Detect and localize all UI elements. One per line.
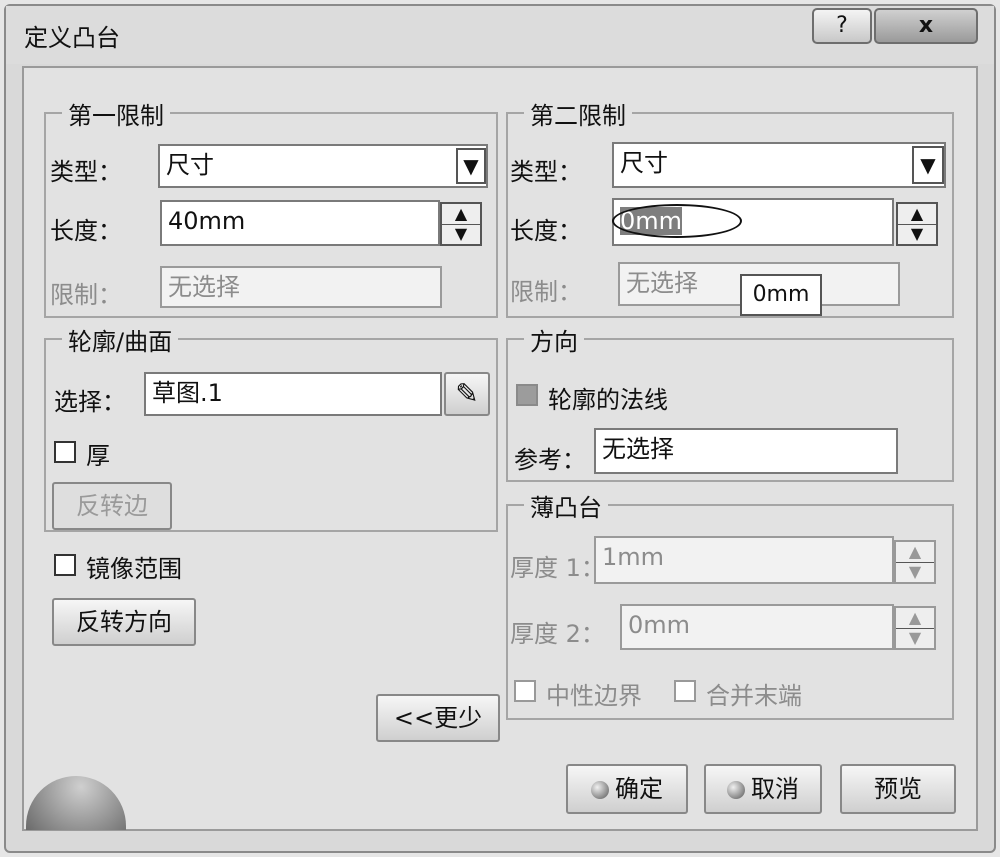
sketch-icon: ✎ <box>455 377 479 410</box>
merge-ends-checkbox <box>674 680 696 702</box>
first-length-input[interactable]: 40mm <box>160 200 440 246</box>
reference-field[interactable]: 无选择 <box>594 428 898 474</box>
first-type-select[interactable]: 尺寸 <box>158 144 488 188</box>
thickness2-label: 厚度 2： <box>510 620 605 648</box>
profile-select-field[interactable]: 草图.1 <box>144 372 442 416</box>
first-type-value: 尺寸 <box>166 151 214 179</box>
second-type-value: 尺寸 <box>620 149 668 177</box>
window-title: 定义凸台 <box>24 24 120 52</box>
spin-up-icon: ▲ <box>896 542 934 563</box>
spin-down-icon: ▼ <box>908 562 922 581</box>
close-button[interactable]: x <box>874 8 978 44</box>
select-label: 选择： <box>54 388 126 416</box>
profile-normal-label: 轮廓的法线 <box>548 386 668 414</box>
merge-ends-label: 合并末端 <box>706 682 802 710</box>
second-limit-label: 限制： <box>510 278 582 306</box>
first-type-label: 类型： <box>50 158 122 186</box>
spin-up-icon[interactable]: ▲ <box>442 204 480 225</box>
mirror-extent-checkbox[interactable] <box>54 554 76 576</box>
first-limit-field: 无选择 <box>160 266 442 308</box>
first-limit-legend: 第一限制 <box>62 96 170 131</box>
spin-down-icon[interactable]: ▼ <box>442 224 480 244</box>
preview-button[interactable]: 预览 <box>840 764 956 814</box>
first-length-spinner[interactable]: ▲ ▼ <box>440 202 482 246</box>
profile-legend: 轮廓/曲面 <box>62 322 179 357</box>
first-limit-label: 限制： <box>50 281 122 309</box>
reverse-side-button[interactable]: 反转边 <box>52 482 172 530</box>
first-type-dropdown-icon[interactable]: ▼ <box>456 148 486 184</box>
mirror-extent-label: 镜像范围 <box>86 555 182 583</box>
sketch-button[interactable]: ✎ <box>444 372 490 416</box>
second-type-select[interactable]: 尺寸 <box>612 142 946 188</box>
thin-pad-legend: 薄凸台 <box>524 488 608 523</box>
thick-checkbox[interactable] <box>54 441 76 463</box>
length-tooltip: 0mm <box>740 274 822 316</box>
ok-icon <box>591 781 609 799</box>
thickness1-field: 1mm <box>594 536 894 584</box>
thickness2-field: 0mm <box>620 604 894 650</box>
thickness1-spinner: ▲ ▼ <box>894 540 936 584</box>
first-length-label: 长度： <box>50 217 122 245</box>
second-length-spinner[interactable]: ▲ ▼ <box>896 202 938 246</box>
cancel-button[interactable]: 取消 <box>704 764 822 814</box>
profile-normal-checkbox[interactable] <box>516 384 538 406</box>
spin-down-icon: ▼ <box>908 628 922 647</box>
spin-up-icon: ▲ <box>896 608 934 629</box>
neutral-fiber-label: 中性边界 <box>546 682 642 710</box>
thickness1-label: 厚度 1： <box>510 554 605 582</box>
spin-up-icon[interactable]: ▲ <box>898 204 936 225</box>
cancel-label: 取消 <box>751 775 799 803</box>
help-button[interactable]: ? <box>812 8 872 44</box>
reverse-direction-button[interactable]: 反转方向 <box>52 598 196 646</box>
second-type-label: 类型： <box>510 158 582 186</box>
cancel-icon <box>727 781 745 799</box>
less-button[interactable]: <<更少 <box>376 694 500 742</box>
direction-legend: 方向 <box>524 322 584 357</box>
ok-button[interactable]: 确定 <box>566 764 688 814</box>
reference-label: 参考： <box>514 446 586 474</box>
second-type-dropdown-icon[interactable]: ▼ <box>912 146 944 184</box>
thickness2-spinner: ▲ ▼ <box>894 606 936 650</box>
neutral-fiber-checkbox <box>514 680 536 702</box>
thick-label: 厚 <box>86 442 110 470</box>
second-length-label: 长度： <box>510 217 582 245</box>
highlight-ellipse <box>612 204 742 238</box>
ok-label: 确定 <box>615 775 663 803</box>
second-limit-legend: 第二限制 <box>524 96 632 131</box>
spin-down-icon[interactable]: ▼ <box>898 224 936 244</box>
